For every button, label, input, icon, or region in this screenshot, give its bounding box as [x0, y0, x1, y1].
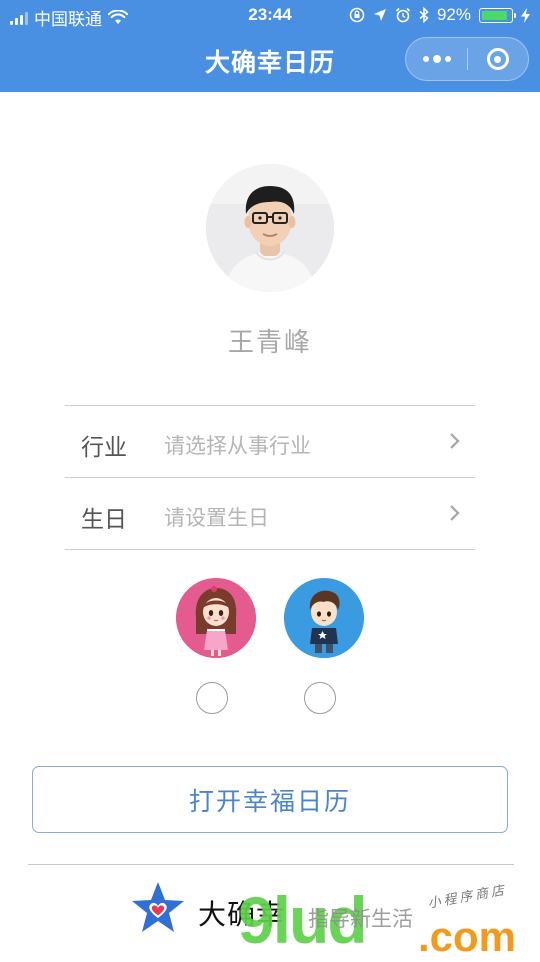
chevron-right-icon — [450, 505, 460, 521]
mini-program-capsule — [405, 37, 529, 81]
user-name: 王青峰 — [227, 327, 312, 357]
male-avatar-option[interactable] — [284, 578, 364, 658]
watermark-script: 小程序商店 — [426, 883, 509, 912]
dot-icon — [444, 56, 451, 62]
rotation-lock-icon — [349, 7, 365, 23]
bluetooth-icon — [419, 7, 429, 23]
star-heart-logo-icon — [132, 882, 184, 932]
male-radio[interactable] — [304, 682, 336, 714]
user-photo-icon — [206, 164, 334, 292]
charging-icon — [521, 7, 530, 23]
form-divider-bottom — [65, 549, 475, 550]
user-avatar — [206, 164, 334, 292]
battery-level — [482, 10, 507, 20]
battery-percent: 92% — [436, 5, 471, 24]
birthday-placeholder: 请设置生日 — [164, 507, 269, 530]
watermark-domain: .com — [418, 913, 517, 960]
female-radio[interactable] — [196, 682, 228, 714]
dot-icon — [422, 56, 429, 62]
chevron-right-icon — [450, 433, 460, 449]
battery-icon — [479, 7, 516, 23]
open-happiness-calendar-button[interactable]: 打开幸福日历 — [32, 766, 508, 833]
footer-divider — [28, 864, 514, 865]
birthday-label: 生日 — [81, 506, 127, 532]
birthday-row[interactable]: 生日 请设置生日 — [65, 478, 475, 549]
status-bar: 中国联通 23:44 92% — [0, 0, 540, 30]
industry-label: 行业 — [81, 434, 127, 460]
female-avatar-option[interactable] — [176, 578, 256, 658]
navigation-bar: 大确幸日历 — [0, 30, 540, 92]
more-options-button[interactable] — [406, 38, 467, 80]
industry-row[interactable]: 行业 请选择从事行业 — [65, 406, 475, 477]
close-mini-program-button[interactable] — [467, 38, 528, 80]
industry-placeholder: 请选择从事行业 — [164, 435, 311, 458]
watermark-slogan: 指导新生活 — [308, 908, 413, 931]
location-icon — [373, 9, 386, 21]
boy-avatar-icon — [284, 578, 364, 658]
dot-icon — [432, 55, 441, 63]
target-close-icon — [486, 48, 509, 70]
girl-avatar-icon — [176, 578, 256, 658]
status-bar-right: 92% — [349, 5, 530, 25]
alarm-icon — [395, 7, 411, 23]
